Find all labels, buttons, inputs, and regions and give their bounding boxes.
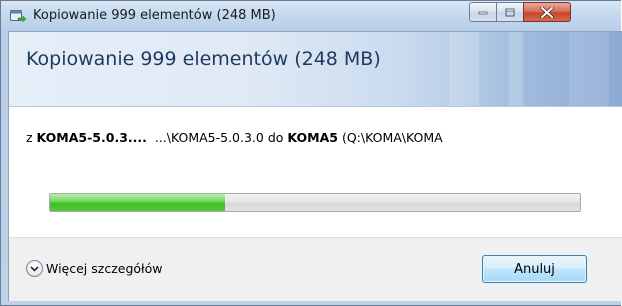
to-word: do xyxy=(267,130,284,145)
window-title: Kopiowanie 999 elementów (248 MB) xyxy=(33,8,276,23)
from-prefix: z xyxy=(26,130,33,145)
more-details-toggle[interactable]: Więcej szczegółów xyxy=(26,260,162,277)
chevron-down-icon[interactable] xyxy=(26,260,43,277)
operation-title: Kopiowanie 999 elementów (248 MB) xyxy=(26,48,381,70)
minimize-icon xyxy=(478,11,488,15)
more-details-label[interactable]: Więcej szczegółów xyxy=(46,261,162,276)
close-button[interactable] xyxy=(523,2,571,22)
banner-decoration xyxy=(509,32,523,106)
copy-progress-bar xyxy=(49,193,581,212)
copy-files-icon xyxy=(10,10,26,23)
cancel-button[interactable]: Anuluj xyxy=(482,255,587,283)
source-path: ...\KOMA5-5.0.3.0 xyxy=(154,130,264,145)
progress-fill xyxy=(50,194,225,211)
copy-source-destination: z KOMA5-5.0.3.... ...\KOMA5-5.0.3.0 do K… xyxy=(26,130,443,145)
maximize-icon xyxy=(505,8,515,16)
destination-name-link[interactable]: KOMA5 xyxy=(287,130,338,145)
header-banner: Kopiowanie 999 elementów (248 MB) xyxy=(9,32,622,107)
title-bar[interactable]: Kopiowanie 999 elementów (248 MB) xyxy=(1,1,621,31)
banner-decoration xyxy=(569,32,609,106)
dialog-footer: Więcej szczegółów Anuluj xyxy=(9,237,622,301)
source-name-link[interactable]: KOMA5-5.0.3.... xyxy=(37,130,147,145)
banner-decoration xyxy=(449,32,479,106)
destination-path: (Q:\KOMA\KOMA xyxy=(341,130,443,145)
maximize-button[interactable] xyxy=(496,2,523,22)
copy-dialog-window: Kopiowanie 999 elementów (248 MB) Kopiow… xyxy=(0,0,622,306)
caption-buttons xyxy=(469,2,571,22)
close-icon xyxy=(540,6,554,18)
minimize-button[interactable] xyxy=(469,2,496,22)
